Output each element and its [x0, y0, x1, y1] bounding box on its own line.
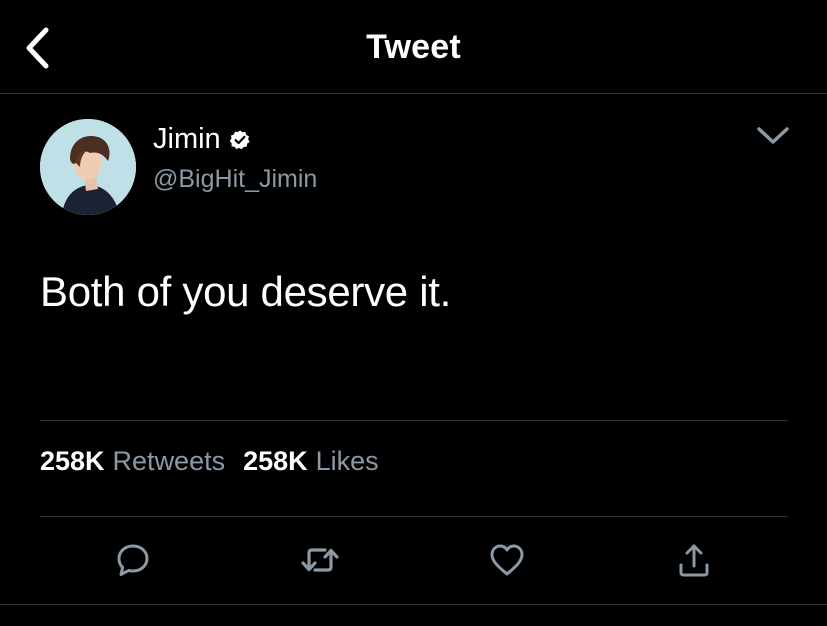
- likes-stat[interactable]: 258K Likes: [243, 446, 379, 477]
- retweet-button[interactable]: [297, 538, 343, 582]
- tweet-text: Both of you deserve it.: [40, 268, 452, 315]
- likes-count: 258K: [243, 446, 308, 476]
- profile-photo: [40, 119, 136, 215]
- divider: [40, 420, 788, 421]
- top-nav-bar: Tweet: [0, 0, 827, 94]
- tweet-detail-screen: Tweet Jimin @BigHit_Jimin Both of you de…: [0, 0, 827, 626]
- verified-badge-icon: [229, 129, 250, 149]
- divider: [0, 604, 827, 605]
- reply-icon: [117, 544, 149, 576]
- share-icon: [679, 544, 709, 577]
- share-button[interactable]: [671, 538, 717, 582]
- retweets-count: 258K: [40, 446, 105, 476]
- tweet-stats: 258K Retweets 258K Likes: [40, 446, 379, 477]
- divider: [40, 516, 788, 517]
- author-handle[interactable]: @BigHit_Jimin: [153, 165, 317, 194]
- heart-icon: [490, 544, 524, 576]
- display-name: Jimin: [153, 123, 221, 155]
- page-title: Tweet: [366, 28, 461, 66]
- author-name-row[interactable]: Jimin: [153, 123, 251, 156]
- tweet-menu-button[interactable]: [754, 120, 792, 152]
- chevron-down-icon: [757, 127, 789, 144]
- retweets-stat[interactable]: 258K Retweets: [40, 446, 225, 477]
- reply-button[interactable]: [110, 538, 156, 582]
- likes-label: Likes: [315, 446, 379, 476]
- retweets-label: Retweets: [112, 446, 226, 476]
- like-button[interactable]: [484, 538, 530, 582]
- retweet-icon: [301, 548, 339, 572]
- avatar[interactable]: [40, 119, 136, 215]
